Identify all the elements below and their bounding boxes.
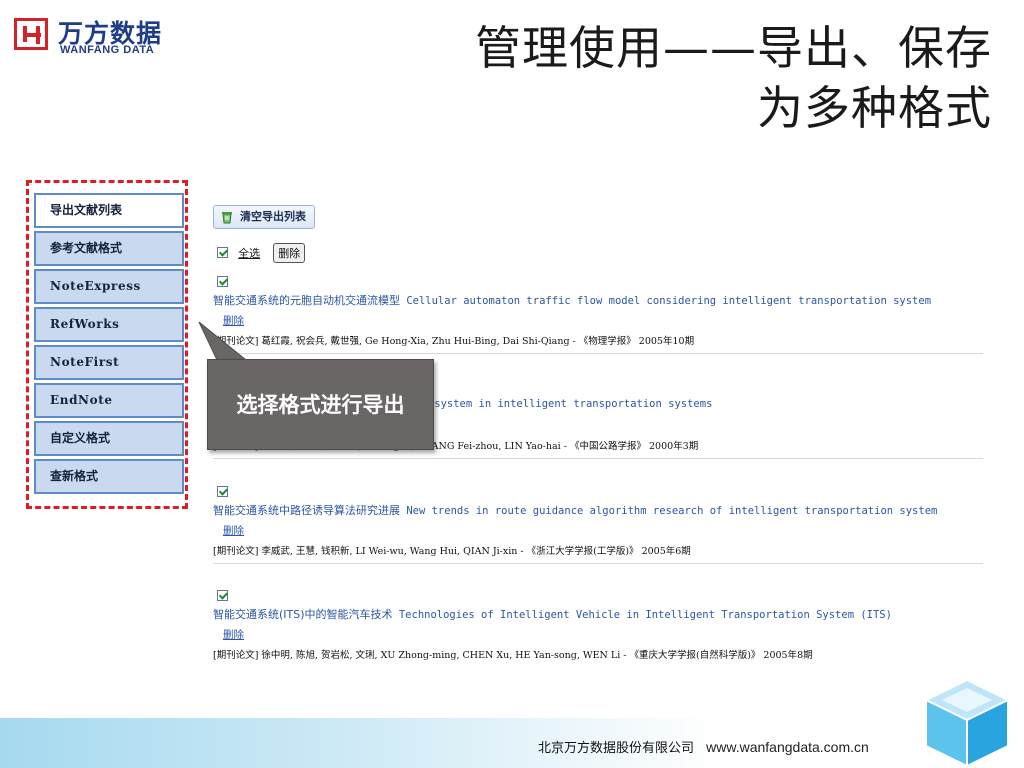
slide-title-line-2: 为多种格式 — [757, 81, 992, 135]
clear-export-list-label: 清空导出列表 — [240, 210, 306, 223]
wanfang-logo-icon — [14, 18, 48, 50]
record-title-link[interactable]: 智能交通系统(ITS)中的智能汽车技术 Technologies of Inte… — [213, 606, 892, 622]
menu-item-novelty-search-format[interactable]: 查新格式 — [34, 459, 184, 494]
record-divider — [213, 458, 983, 459]
export-format-menu: 导出文献列表 参考文献格式 NoteExpress RefWorks NoteF… — [34, 193, 184, 497]
footer-company: 北京万方数据股份有限公司 — [538, 741, 695, 756]
record-title-en: New trends in route guidance algorithm r… — [406, 505, 938, 517]
footer-url: www.wanfangdata.com.cn — [706, 739, 869, 755]
menu-item-refworks[interactable]: RefWorks — [34, 307, 184, 342]
callout-box: 选择格式进行导出 — [207, 359, 434, 450]
record-divider — [213, 563, 983, 564]
record-title-cn: 智能交通系统中路径诱导算法研究进展 — [213, 504, 400, 517]
select-all-row: 全选 删除 — [217, 242, 306, 263]
record-title-en: Cellular automaton traffic flow model co… — [406, 295, 932, 307]
record-title-en: Technologies of Intelligent Vehicle in I… — [398, 609, 892, 621]
record-meta: [期刊论文] 徐中明, 陈旭, 贺岩松, 文琍, XU Zhong-ming, … — [213, 650, 813, 661]
record-checkbox[interactable] — [217, 486, 228, 497]
record-divider — [213, 353, 983, 354]
recycle-bin-icon — [222, 212, 232, 224]
record-title-link[interactable]: 智能交通系统中路径诱导算法研究进展 New trends in route gu… — [213, 502, 937, 518]
select-all-checkbox[interactable] — [217, 247, 228, 258]
record-delete-link[interactable]: 删除 — [223, 523, 244, 538]
record-meta: [期刊论文] 葛红霞, 祝会兵, 戴世强, Ge Hong-Xia, Zhu H… — [213, 336, 695, 347]
menu-item-reference-format[interactable]: 参考文献格式 — [34, 231, 184, 266]
footer: 北京万方数据股份有限公司 www.wanfangdata.com.cn — [538, 737, 869, 756]
delete-selected-button[interactable]: 删除 — [273, 242, 306, 263]
slide-title: 管理使用——导出、保存 为多种格式 — [392, 18, 992, 138]
record-title-cn: 智能交通系统的元胞自动机交通流模型 — [213, 294, 400, 307]
select-all-label[interactable]: 全选 — [238, 245, 260, 261]
slide-title-line-1: 管理使用——导出、保存 — [475, 21, 992, 75]
menu-item-endnote[interactable]: EndNote — [34, 383, 184, 418]
menu-item-custom-format[interactable]: 自定义格式 — [34, 421, 184, 456]
record-delete-link[interactable]: 删除 — [223, 627, 244, 642]
footer-band — [0, 718, 1024, 768]
record-checkbox[interactable] — [217, 590, 228, 601]
menu-item-notefirst[interactable]: NoteFirst — [34, 345, 184, 380]
record-checkbox[interactable] — [217, 276, 228, 287]
menu-item-export-list[interactable]: 导出文献列表 — [34, 193, 184, 228]
menu-item-noteexpress[interactable]: NoteExpress — [34, 269, 184, 304]
record-meta: [期刊论文] 李威武, 王慧, 钱积新, LI Wei-wu, Wang Hui… — [213, 546, 691, 557]
record-title-cn: 智能交通系统(ITS)中的智能汽车技术 — [213, 608, 393, 621]
clear-export-list-button[interactable]: 清空导出列表 — [213, 205, 315, 229]
record-delete-link[interactable]: 删除 — [223, 313, 244, 328]
cube-logo-icon — [923, 678, 1011, 768]
record-title-link[interactable]: 智能交通系统的元胞自动机交通流模型 Cellular automaton tra… — [213, 292, 931, 308]
logo-text-en: WANFANG DATA — [60, 44, 155, 56]
